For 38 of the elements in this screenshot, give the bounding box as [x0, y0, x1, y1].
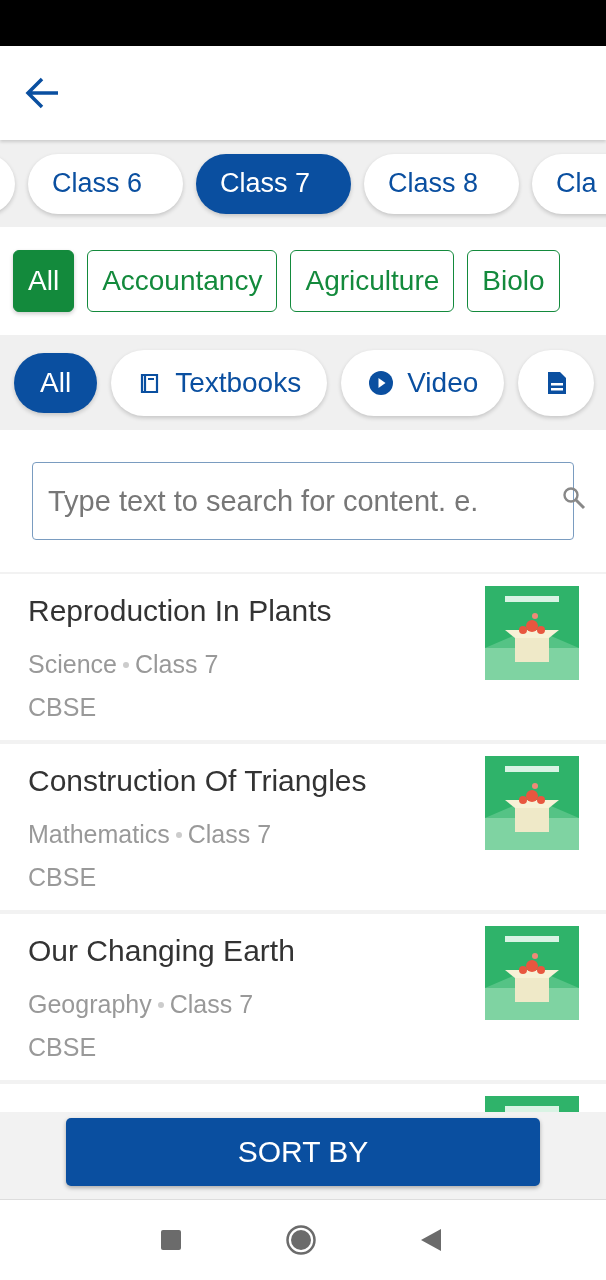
content-card[interactable]: Construction Of Triangles Mathematics Class 7 CBSE	[0, 744, 606, 910]
content-type-chip[interactable]: All	[14, 352, 98, 413]
class-chip[interactable]: Cla	[532, 153, 606, 214]
search-field[interactable]: Type text to search for content. e.	[32, 462, 574, 540]
subject-label: Science	[28, 650, 117, 679]
document-icon	[546, 369, 569, 396]
back-arrow-icon[interactable]	[24, 75, 60, 111]
content-title: Construction Of Triangles	[28, 764, 367, 798]
home-icon[interactable]	[286, 1225, 316, 1255]
back-icon[interactable]	[421, 1229, 441, 1251]
board-label: CBSE	[28, 693, 98, 722]
content-card[interactable]: Reproduction In Plants Science Class 7 CBSE	[0, 574, 606, 740]
subject-chip[interactable]: Biolo	[467, 250, 560, 312]
subject-chip[interactable]: Agriculture	[290, 250, 455, 312]
separator-dot	[157, 1001, 164, 1008]
subject-chip[interactable]: All	[13, 250, 75, 312]
class-chip[interactable]: Class 8	[364, 153, 519, 214]
subject-chip[interactable]: Accountancy	[87, 250, 278, 312]
class-chip[interactable]: Class 6	[28, 153, 183, 214]
board-label: CBSE	[28, 863, 98, 892]
content-card[interactable]: Our Changing Earth Geography Class 7 CBSE	[0, 914, 606, 1080]
content-type-chip[interactable]: Video	[341, 349, 505, 416]
subject-label: Mathematics	[28, 820, 170, 849]
separator-dot	[122, 661, 129, 668]
subject-label: Geography	[28, 990, 152, 1019]
class-label: Class 7	[187, 820, 272, 849]
content-title: Our Changing Earth	[28, 934, 295, 968]
content-type-chip[interactable]: Textbooks	[111, 349, 328, 416]
search-icon[interactable]	[562, 486, 586, 510]
sort-by-button[interactable]: SORT BY	[66, 1118, 540, 1186]
class-chip[interactable]: Class 7	[196, 153, 351, 214]
content-title: Reproduction In Plants	[28, 594, 332, 628]
content-type-chip[interactable]	[518, 349, 595, 416]
board-label: CBSE	[28, 1033, 98, 1062]
play-icon	[369, 370, 394, 395]
separator-dot	[175, 831, 182, 838]
class-label: Class 7	[169, 990, 254, 1019]
class-label: Class 7	[134, 650, 219, 679]
